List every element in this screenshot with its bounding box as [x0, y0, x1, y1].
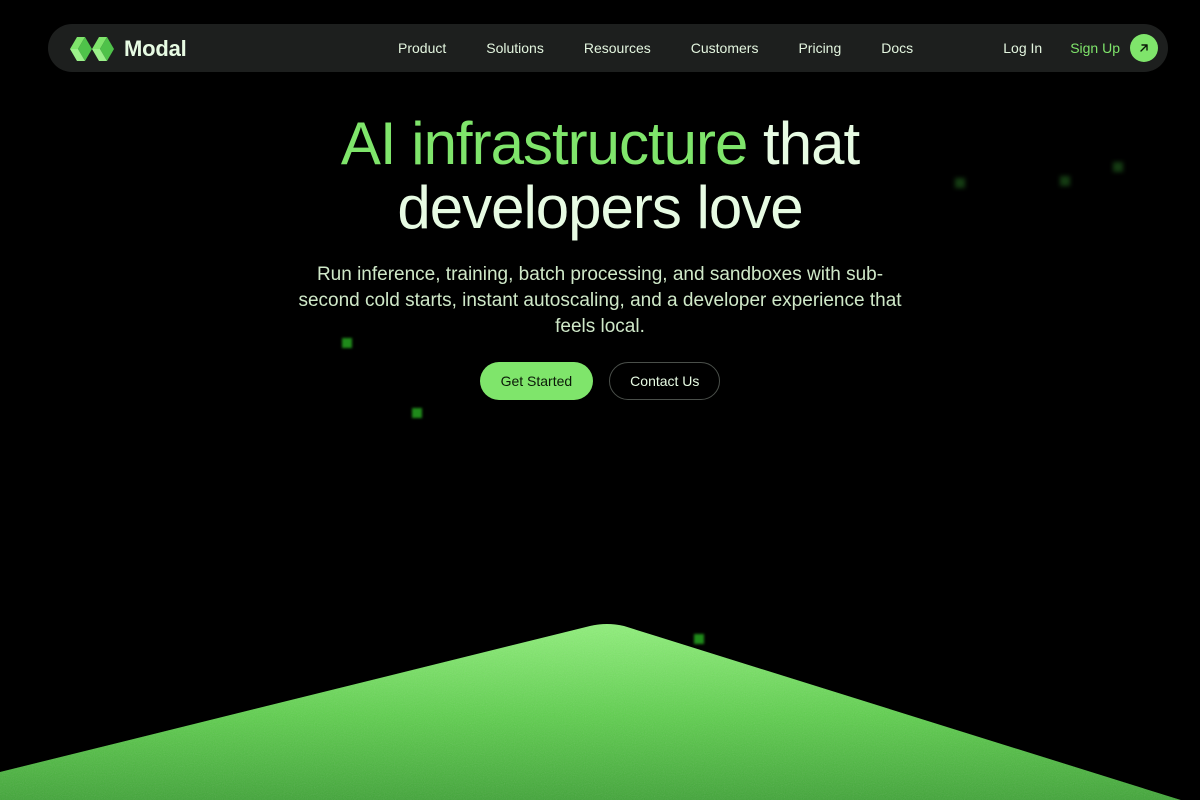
top-navigation: Modal Product Solutions Resources Custom…	[48, 24, 1168, 72]
nav-link-pricing[interactable]: Pricing	[778, 24, 861, 72]
headline-accent: AI infrastructure	[340, 110, 748, 177]
cta-row: Get Started Contact Us	[0, 362, 1200, 400]
signup-label: Sign Up	[1070, 40, 1120, 56]
signup-button[interactable]: Sign Up	[1070, 34, 1158, 62]
nav-link-resources[interactable]: Resources	[564, 24, 671, 72]
contact-us-button[interactable]: Contact Us	[609, 362, 721, 400]
hero-headline: AI infrastructure that developers love	[0, 112, 1200, 240]
nav-link-product[interactable]: Product	[378, 24, 466, 72]
headline-rest-2: developers love	[397, 174, 803, 241]
brand-name: Modal	[124, 36, 187, 61]
modal-logo-icon	[70, 37, 114, 61]
nav-link-solutions[interactable]: Solutions	[466, 24, 564, 72]
nav-link-docs[interactable]: Docs	[861, 24, 933, 72]
decorative-green-shape	[0, 624, 1200, 800]
nav-actions: Log In Sign Up	[1003, 24, 1158, 72]
headline-rest-1: that	[763, 110, 860, 177]
hero-section: AI infrastructure that developers love R…	[0, 112, 1200, 400]
hero-subtitle: Run inference, training, batch processin…	[298, 264, 902, 337]
decorative-pixel	[412, 408, 422, 418]
arrow-up-right-icon	[1130, 34, 1158, 62]
landing-page: Modal Product Solutions Resources Custom…	[0, 0, 1200, 800]
login-link[interactable]: Log In	[1003, 40, 1042, 56]
get-started-button[interactable]: Get Started	[479, 362, 594, 400]
logo-link[interactable]: Modal	[70, 36, 187, 62]
nav-links: Product Solutions Resources Customers Pr…	[378, 24, 933, 72]
nav-link-customers[interactable]: Customers	[671, 24, 779, 72]
